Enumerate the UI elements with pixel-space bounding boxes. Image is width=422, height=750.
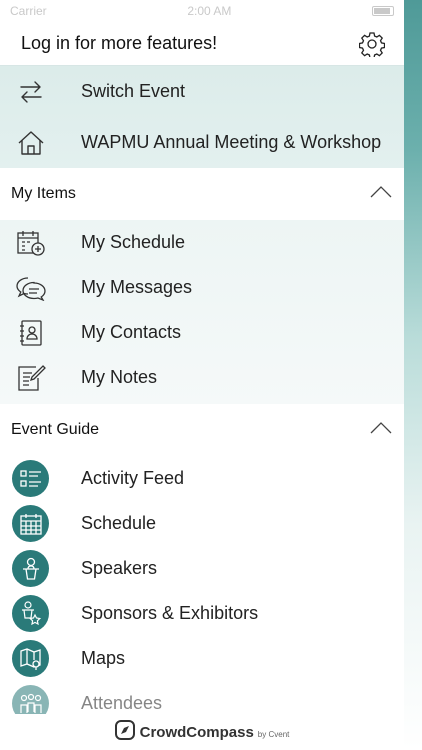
my-contacts-item[interactable]: My Contacts bbox=[0, 310, 404, 355]
speakers-label: Speakers bbox=[81, 558, 158, 578]
guide-icon-wrap bbox=[0, 505, 81, 542]
schedule-label: Schedule bbox=[81, 513, 157, 533]
my-contacts-label: My Contacts bbox=[81, 322, 182, 342]
switch-event-label: Switch Event bbox=[81, 81, 186, 101]
my-items-title: My Items bbox=[11, 185, 76, 202]
guide-icon-wrap bbox=[0, 640, 81, 677]
brand-byline: by Cvent bbox=[257, 730, 290, 739]
chat-bubbles-icon bbox=[0, 275, 81, 301]
time-label: 2:00 AM bbox=[187, 4, 232, 18]
current-event-item[interactable]: WAPMU Annual Meeting & Workshop bbox=[0, 117, 404, 168]
login-prompt[interactable]: Log in for more features! bbox=[21, 33, 217, 54]
my-items-list: My Schedule My Messages My Contacts My N… bbox=[0, 220, 404, 404]
activity-feed-item[interactable]: Activity Feed bbox=[0, 456, 404, 501]
attendees-label: Attendees bbox=[81, 693, 163, 713]
note-pencil-icon bbox=[0, 364, 81, 392]
maps-label: Maps bbox=[81, 648, 126, 668]
carrier-label: Carrier bbox=[10, 4, 47, 18]
map-pin-icon bbox=[12, 640, 49, 677]
guide-icon-wrap bbox=[0, 460, 81, 497]
calendar-add-icon bbox=[0, 229, 81, 257]
chevron-up-icon[interactable] bbox=[370, 185, 392, 203]
status-bar: Carrier 2:00 AM bbox=[0, 0, 404, 22]
side-drawer: Carrier 2:00 AM Log in for more features… bbox=[0, 0, 404, 750]
sponsor-star-icon bbox=[12, 595, 49, 632]
my-schedule-item[interactable]: My Schedule bbox=[0, 220, 404, 265]
battery-icon bbox=[371, 6, 394, 16]
footer-branding: CrowdCompass by Cvent bbox=[0, 714, 404, 750]
speaker-podium-icon bbox=[12, 550, 49, 587]
login-row[interactable]: Log in for more features! bbox=[0, 22, 404, 66]
my-messages-label: My Messages bbox=[81, 277, 193, 297]
guide-icon-wrap bbox=[0, 595, 81, 632]
event-guide-title: Event Guide bbox=[11, 421, 100, 438]
crowdcompass-logo-icon bbox=[114, 719, 135, 745]
sponsors-exhibitors-label: Sponsors & Exhibitors bbox=[81, 603, 259, 623]
address-book-icon bbox=[0, 319, 81, 347]
brand-name: CrowdCompass bbox=[139, 723, 254, 741]
background-edge bbox=[404, 0, 422, 750]
chevron-up-icon[interactable] bbox=[370, 421, 392, 439]
maps-item[interactable]: Maps bbox=[0, 636, 404, 681]
switch-arrows-icon bbox=[0, 78, 81, 106]
schedule-item[interactable]: Schedule bbox=[0, 501, 404, 546]
calendar-grid-icon bbox=[12, 505, 49, 542]
my-notes-label: My Notes bbox=[81, 367, 158, 387]
home-icon bbox=[0, 129, 81, 157]
switch-event-item[interactable]: Switch Event bbox=[0, 66, 404, 117]
event-guide-list: Activity Feed Schedule Speakers Sponsors… bbox=[0, 456, 404, 726]
sponsors-exhibitors-item[interactable]: Sponsors & Exhibitors bbox=[0, 591, 404, 636]
guide-icon-wrap bbox=[0, 550, 81, 587]
event-guide-header[interactable]: Event Guide bbox=[0, 404, 404, 456]
activity-feed-label: Activity Feed bbox=[81, 468, 185, 488]
my-notes-item[interactable]: My Notes bbox=[0, 355, 404, 400]
gear-icon[interactable] bbox=[358, 30, 386, 58]
current-event-label: WAPMU Annual Meeting & Workshop bbox=[81, 132, 382, 152]
my-messages-item[interactable]: My Messages bbox=[0, 265, 404, 310]
my-items-header[interactable]: My Items bbox=[0, 168, 404, 220]
my-schedule-label: My Schedule bbox=[81, 232, 186, 252]
list-icon bbox=[12, 460, 49, 497]
speakers-item[interactable]: Speakers bbox=[0, 546, 404, 591]
event-nav: Switch Event WAPMU Annual Meeting & Work… bbox=[0, 66, 404, 168]
